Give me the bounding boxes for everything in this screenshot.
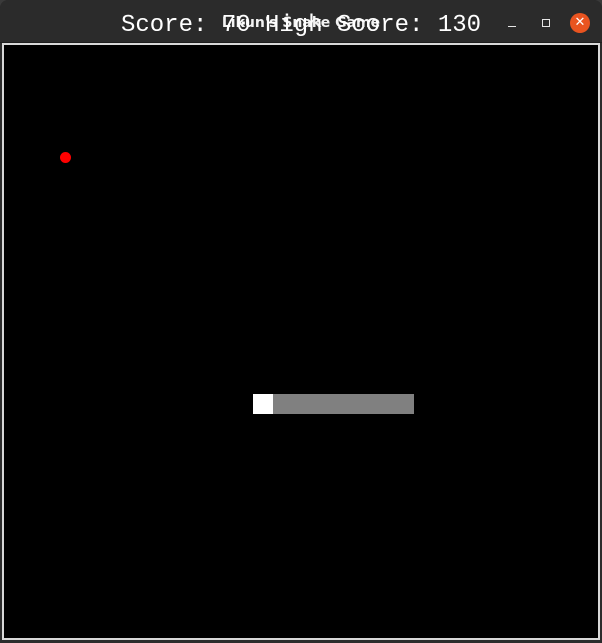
score-display: Score: 70 High Score: 130 <box>120 12 482 39</box>
snake-body-segment <box>273 394 293 414</box>
food-dot <box>60 152 71 163</box>
snake-body-segment <box>393 394 414 414</box>
snake-body-segment <box>333 394 353 414</box>
game-window: Likun's Snake Game ✕ Score: 70 High Scor… <box>0 0 602 643</box>
snake-head <box>253 394 273 414</box>
snake-body-segment <box>373 394 393 414</box>
game-canvas[interactable] <box>4 45 598 638</box>
snake-body-segment <box>293 394 313 414</box>
snake-body-segment <box>353 394 373 414</box>
snake-body-segment <box>313 394 333 414</box>
